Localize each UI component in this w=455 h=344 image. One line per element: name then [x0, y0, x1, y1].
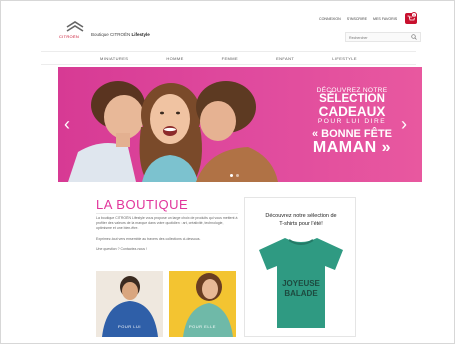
citroen-logo-icon[interactable]: [64, 19, 86, 35]
favorites-link[interactable]: MES FAVORIS: [373, 17, 397, 21]
search-input[interactable]: [349, 34, 407, 41]
nav-item-miniatures[interactable]: MINIATURES: [100, 56, 128, 61]
card-pour-lui[interactable]: POUR LUI: [96, 271, 163, 337]
search-box: [345, 32, 421, 42]
card-pour-lui-label: POUR LUI: [118, 324, 141, 329]
logo-text: CITROËN: [59, 34, 80, 39]
boutique-title: LA BOUTIQUE: [96, 197, 189, 212]
site-brand[interactable]: Boutique CITROËN Lifestyle: [91, 32, 150, 37]
boutique-description: La boutique CITROËN Lifestyle vous propo…: [96, 216, 238, 230]
hero-photo: [68, 81, 278, 182]
tshirt-print-line-1: JOYEUSE: [282, 279, 320, 288]
boutique-contact-text[interactable]: Une question ? Contactez-nous !: [96, 247, 238, 252]
card-pour-elle-label: POUR ELLE: [189, 324, 216, 329]
login-link[interactable]: CONNEXION: [319, 17, 341, 21]
search-icon[interactable]: [411, 34, 417, 40]
main-nav: MINIATURES HOMME FEMME ENFANT LIFESTYLE: [41, 51, 416, 65]
tshirt-promo[interactable]: Découvrez notre sélection de T-shirts po…: [244, 197, 356, 337]
nav-item-enfant[interactable]: ENFANT: [276, 56, 294, 61]
card-pour-elle[interactable]: POUR ELLE: [169, 271, 236, 337]
register-link[interactable]: S'INSCRIRE: [347, 17, 367, 21]
boutique-collections-text: Exprimez-tout vers ensemble au travers d…: [96, 237, 201, 241]
page-frame: CITROËN Boutique CITROËN Lifestyle CONNE…: [0, 0, 455, 344]
nav-item-femme[interactable]: FEMME: [222, 56, 238, 61]
hero-banner[interactable]: DÉCOUVREZ NOTRE SÉLECTION CADEAUX POUR L…: [58, 67, 422, 182]
nav-item-homme[interactable]: HOMME: [166, 56, 183, 61]
carousel-dots: [230, 174, 239, 177]
top-links: CONNEXION S'INSCRIRE MES FAVORIS: [319, 17, 397, 21]
carousel-dot-1[interactable]: [230, 174, 233, 177]
tshirt-promo-title-line-2: T-shirts pour l'été!: [279, 221, 323, 227]
brand-suffix: Lifestyle: [131, 32, 150, 37]
cart-count-badge: 0: [411, 12, 417, 18]
tshirt-print-line-2: BALADE: [284, 289, 318, 298]
tshirt-promo-title: Découvrez notre sélection de T-shirts po…: [245, 212, 357, 228]
carousel-next-icon[interactable]: ›: [401, 115, 407, 133]
carousel-dot-2[interactable]: [236, 174, 239, 177]
nav-item-lifestyle[interactable]: LIFESTYLE: [332, 56, 357, 61]
divider: [96, 213, 238, 214]
brand-prefix: Boutique CITROËN: [91, 32, 131, 37]
tshirt-promo-title-line-1: Découvrez notre sélection de: [265, 213, 337, 219]
hero-line-6: MAMAN »: [312, 139, 392, 156]
tshirt-image: JOYEUSE BALADE: [259, 238, 343, 328]
carousel-prev-icon[interactable]: ‹: [64, 115, 70, 133]
